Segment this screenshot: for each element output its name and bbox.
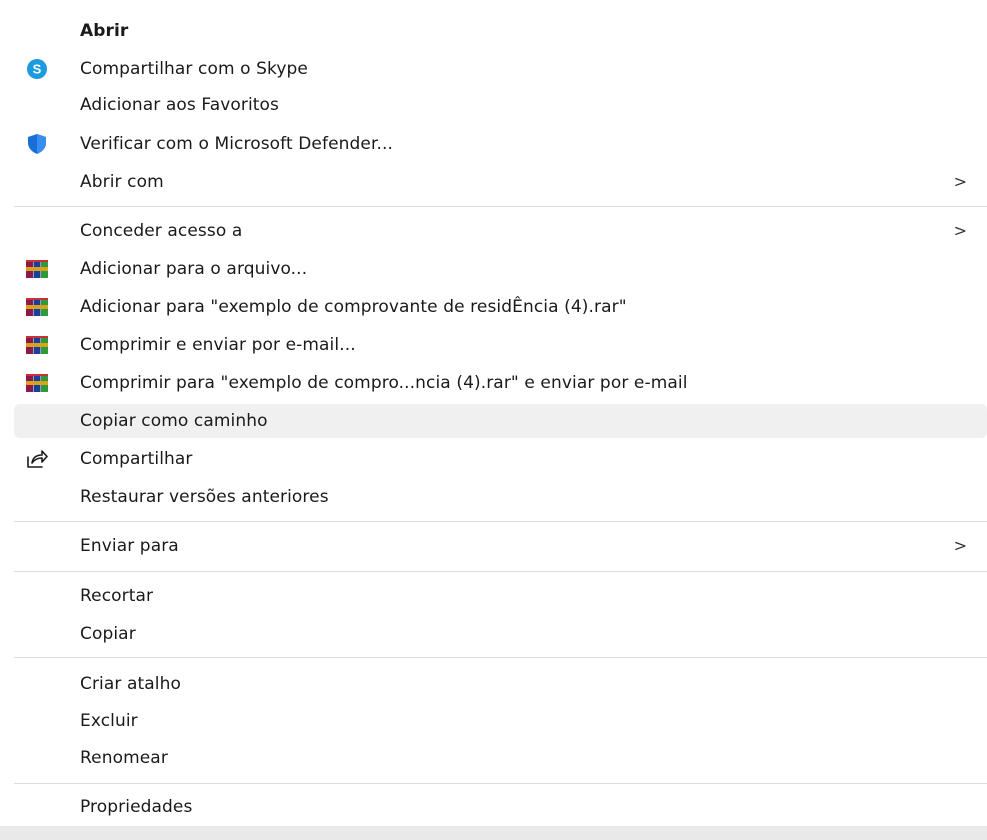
menu-item-adicionar-favoritos[interactable]: Adicionar aos Favoritos: [14, 88, 987, 122]
svg-text:S: S: [33, 62, 42, 77]
menu-item-label: Adicionar para "exemplo de comprovante d…: [80, 297, 627, 317]
winrar-icon: [24, 333, 50, 357]
menu-item-label: Recortar: [80, 586, 154, 606]
menu-item-label: Propriedades: [80, 797, 193, 817]
menu-item-compartilhar[interactable]: Compartilhar: [14, 442, 987, 476]
menu-item-label: Comprimir para "exemplo de compro...ncia…: [80, 373, 688, 393]
menu-item-label: Enviar para: [80, 536, 179, 556]
context-menu: Abrir S Compartilhar com o Skype Adicion…: [0, 0, 987, 840]
menu-item-adicionar-rar[interactable]: Adicionar para "exemplo de comprovante d…: [14, 290, 987, 324]
menu-item-label: Conceder acesso a: [80, 221, 243, 241]
menu-separator: [14, 521, 987, 522]
menu-item-label: Excluir: [80, 711, 138, 731]
menu-item-label: Copiar: [80, 624, 136, 644]
skype-icon: S: [24, 57, 50, 81]
menu-item-adicionar-arquivo[interactable]: Adicionar para o arquivo...: [14, 252, 987, 286]
menu-item-enviar-para[interactable]: Enviar para >: [14, 529, 987, 563]
winrar-icon: [24, 371, 50, 395]
menu-item-label: Copiar como caminho: [80, 411, 268, 431]
menu-item-label: Compartilhar com o Skype: [80, 59, 308, 79]
menu-item-label: Adicionar para o arquivo...: [80, 259, 308, 279]
menu-item-compartilhar-skype[interactable]: S Compartilhar com o Skype: [14, 52, 987, 86]
menu-item-criar-atalho[interactable]: Criar atalho: [14, 667, 987, 701]
menu-item-conceder-acesso[interactable]: Conceder acesso a >: [14, 214, 987, 248]
menu-separator: [14, 206, 987, 207]
menu-item-abrir[interactable]: Abrir: [14, 14, 987, 48]
menu-item-label: Adicionar aos Favoritos: [80, 95, 280, 115]
menu-item-comprimir-email[interactable]: Comprimir e enviar por e-mail...: [14, 328, 987, 362]
menu-item-excluir[interactable]: Excluir: [14, 704, 987, 738]
menu-item-renomear[interactable]: Renomear: [14, 741, 987, 775]
menu-separator: [14, 657, 987, 658]
menu-item-comprimir-rar-email[interactable]: Comprimir para "exemplo de compro...ncia…: [14, 366, 987, 400]
menu-item-abrir-com[interactable]: Abrir com >: [14, 165, 987, 199]
menu-item-label: Compartilhar: [80, 449, 193, 469]
menu-item-label: Renomear: [80, 748, 168, 768]
menu-item-label: Comprimir e enviar por e-mail...: [80, 335, 356, 355]
menu-item-propriedades[interactable]: Propriedades: [14, 790, 987, 824]
winrar-icon: [24, 295, 50, 319]
menu-item-label: Restaurar versões anteriores: [80, 487, 329, 507]
menu-item-label: Verificar com o Microsoft Defender...: [80, 134, 393, 154]
shield-icon: [24, 132, 50, 156]
chevron-right-icon: >: [953, 536, 967, 555]
menu-item-recortar[interactable]: Recortar: [14, 579, 987, 613]
menu-separator: [14, 783, 987, 784]
menu-bottom-edge: [0, 826, 987, 840]
share-icon: [24, 447, 50, 471]
winrar-icon: [24, 257, 50, 281]
chevron-right-icon: >: [953, 172, 967, 191]
menu-item-label: Abrir: [80, 21, 129, 41]
chevron-right-icon: >: [953, 221, 967, 240]
menu-item-microsoft-defender[interactable]: Verificar com o Microsoft Defender...: [14, 127, 987, 161]
menu-separator: [14, 571, 987, 572]
menu-item-label: Abrir com: [80, 172, 164, 192]
menu-item-restaurar-versoes[interactable]: Restaurar versões anteriores: [14, 480, 987, 514]
menu-item-copiar[interactable]: Copiar: [14, 617, 987, 651]
menu-item-copiar-caminho[interactable]: Copiar como caminho: [14, 404, 987, 438]
menu-item-label: Criar atalho: [80, 674, 181, 694]
